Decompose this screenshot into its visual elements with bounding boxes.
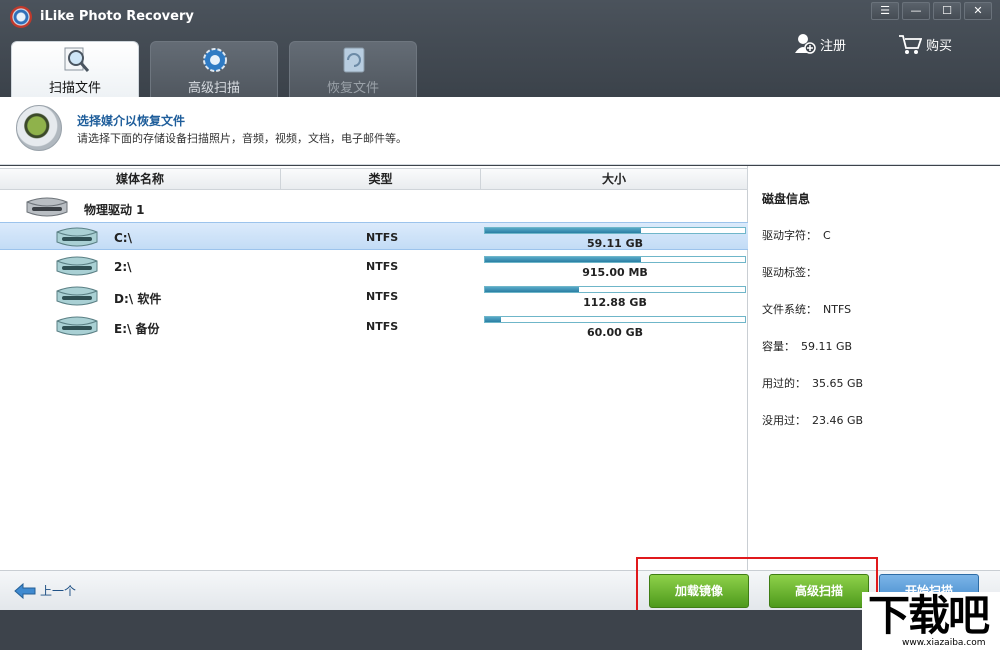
watermark-url: www.xiazaiba.com bbox=[902, 638, 986, 648]
page-title: 选择媒介以恢复文件 bbox=[77, 114, 186, 128]
partition-icon bbox=[56, 316, 98, 336]
drive-name: C:\ bbox=[114, 231, 132, 245]
usage-bar bbox=[484, 256, 746, 263]
tab-bar: 扫描文件 高级扫描 恢复文件 bbox=[11, 41, 428, 97]
close-button[interactable]: ✕ bbox=[964, 2, 992, 20]
partition-icon bbox=[56, 256, 98, 276]
info-drive-letter: 驱动字符： C bbox=[762, 229, 831, 242]
recover-icon bbox=[343, 47, 365, 73]
tab-advanced-scan[interactable]: 高级扫描 bbox=[150, 41, 278, 97]
tab-recover-files[interactable]: 恢复文件 bbox=[289, 41, 417, 97]
gear-icon bbox=[203, 48, 227, 72]
watermark: 下载吧 www.xiazaiba.com bbox=[862, 592, 1000, 650]
drive-name: D:\ 软件 bbox=[114, 292, 162, 306]
drive-type: NTFS bbox=[366, 231, 399, 244]
user-add-icon bbox=[795, 34, 816, 54]
drive-name: 2:\ bbox=[114, 260, 132, 274]
tab-label: 扫描文件 bbox=[48, 81, 101, 96]
register-label: 注册 bbox=[820, 38, 847, 54]
info-free: 没用过： 23.46 GB bbox=[762, 414, 864, 427]
arrow-left-icon bbox=[14, 582, 36, 599]
bottom-strip bbox=[0, 610, 1000, 650]
usage-bar bbox=[484, 316, 746, 323]
usage-bar-fill bbox=[485, 257, 641, 262]
disk-info-title: 磁盘信息 bbox=[762, 192, 811, 206]
group-label: 物理驱动 1 bbox=[84, 203, 145, 217]
back-button[interactable]: 上一个 bbox=[14, 582, 76, 599]
usage-bar-fill bbox=[485, 228, 641, 233]
maximize-button[interactable]: ☐ bbox=[933, 2, 961, 20]
drive-type: NTFS bbox=[366, 290, 399, 303]
drive-row[interactable]: C:\ NTFS 59.11 GB bbox=[0, 222, 748, 250]
drive-type: NTFS bbox=[366, 320, 399, 333]
drive-size: 59.11 GB bbox=[586, 237, 644, 250]
media-icon bbox=[16, 105, 62, 151]
info-capacity: 容量： 59.11 GB bbox=[762, 340, 853, 353]
back-label: 上一个 bbox=[40, 584, 77, 598]
highlight-box bbox=[636, 557, 878, 615]
hard-drive-icon bbox=[26, 197, 68, 217]
column-header-type[interactable]: 类型 bbox=[281, 168, 481, 190]
drive-row[interactable]: E:\ 备份 NTFS 60.00 GB bbox=[0, 312, 748, 340]
info-drive-label: 驱动标签： bbox=[762, 266, 817, 279]
tab-scan-files[interactable]: 扫描文件 bbox=[11, 41, 139, 97]
drive-size: 112.88 GB bbox=[583, 296, 647, 309]
page-header: 选择媒介以恢复文件 请选择下面的存储设备扫描照片，音频，视频，文档，电子邮件等。 bbox=[0, 97, 1000, 165]
register-button[interactable]: 注册 bbox=[794, 33, 846, 55]
usage-bar bbox=[484, 286, 746, 293]
page-subtitle: 请选择下面的存储设备扫描照片，音频，视频，文档，电子邮件等。 bbox=[77, 132, 407, 145]
usage-bar-fill bbox=[485, 317, 501, 322]
partition-icon bbox=[56, 286, 98, 306]
drive-name: E:\ 备份 bbox=[114, 322, 160, 336]
disk-info-panel: 磁盘信息 驱动字符： C 驱动标签： 文件系统： NTFS 容量： 59.11 GB … bbox=[749, 166, 1000, 570]
title-bar: iLike Photo Recovery ☰ — ☐ ✕ 扫描文件 高级扫描 恢… bbox=[0, 0, 1000, 97]
physical-drive-group[interactable]: 物理驱动 1 bbox=[0, 194, 748, 220]
drive-type: NTFS bbox=[366, 260, 399, 273]
buy-button[interactable]: 购买 bbox=[898, 33, 952, 55]
cart-icon bbox=[899, 35, 922, 54]
watermark-logo: 下载吧 bbox=[868, 591, 990, 640]
tab-label: 高级扫描 bbox=[187, 81, 240, 96]
buy-label: 购买 bbox=[926, 38, 953, 54]
media-list: 媒体名称 类型 大小 物理驱动 1 C:\ NTFS 59.11 GB 2:\ … bbox=[0, 166, 748, 570]
column-header-name[interactable]: 媒体名称 bbox=[0, 168, 281, 190]
minimize-button[interactable]: — bbox=[902, 2, 930, 20]
app-title: iLike Photo Recovery bbox=[40, 9, 194, 24]
main-area: 媒体名称 类型 大小 物理驱动 1 C:\ NTFS 59.11 GB 2:\ … bbox=[0, 166, 1000, 570]
drive-row[interactable]: 2:\ NTFS 915.00 MB bbox=[0, 252, 748, 280]
window-controls: ☰ — ☐ ✕ bbox=[868, 2, 992, 20]
drive-size: 915.00 MB bbox=[582, 266, 648, 279]
app-logo-icon bbox=[10, 6, 32, 28]
magnifier-icon bbox=[64, 47, 90, 72]
column-header-size[interactable]: 大小 bbox=[481, 168, 748, 190]
menu-button[interactable]: ☰ bbox=[871, 2, 899, 20]
tab-label: 恢复文件 bbox=[326, 81, 379, 96]
partition-icon bbox=[56, 227, 98, 247]
drive-row[interactable]: D:\ 软件 NTFS 112.88 GB bbox=[0, 282, 748, 310]
usage-bar-fill bbox=[485, 287, 579, 292]
usage-bar bbox=[484, 227, 746, 234]
drive-size: 60.00 GB bbox=[586, 326, 644, 339]
info-used: 用过的： 35.65 GB bbox=[762, 377, 864, 390]
info-file-system: 文件系统： NTFS bbox=[762, 303, 852, 316]
